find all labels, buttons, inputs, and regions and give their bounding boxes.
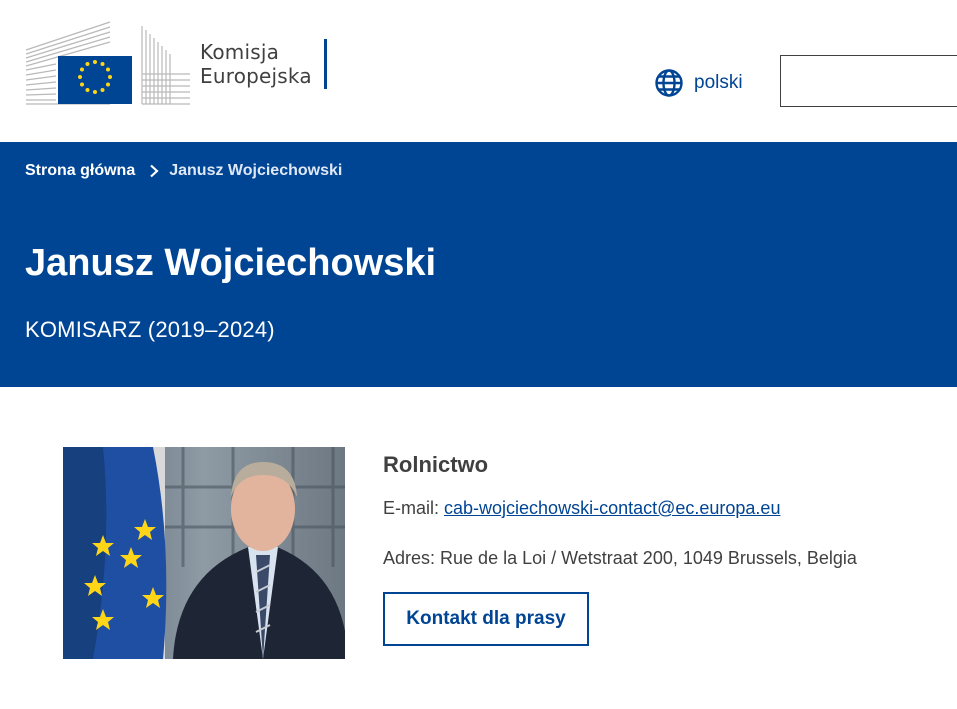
- logo-line-1: Komisja: [200, 40, 280, 64]
- ec-logo[interactable]: Komisja Europejska: [24, 20, 327, 108]
- logo-line-2: Europejska: [200, 64, 312, 88]
- logo-text: Komisja Europejska: [200, 40, 312, 88]
- search-input[interactable]: [780, 55, 957, 107]
- logo-divider: [323, 39, 327, 89]
- address-value: Rue de la Loi / Wetstraat 200, 1049 Brus…: [440, 548, 857, 568]
- page-header-banner: Strona główna Janusz Wojciechowski Janus…: [0, 142, 957, 387]
- page-subtitle: KOMISARZ (2019–2024): [25, 317, 275, 342]
- breadcrumb: Strona główna Janusz Wojciechowski: [25, 162, 342, 180]
- commissioner-portrait: [63, 447, 345, 659]
- portfolio-title: Rolnictwo: [383, 452, 489, 477]
- commissioner-info: Rolnictwo E-mail: cab-wojciechowski-cont…: [383, 452, 857, 646]
- breadcrumb-current: Janusz Wojciechowski: [169, 162, 343, 179]
- site-header: Komisja Europejska polski: [0, 0, 957, 142]
- language-selector[interactable]: polski: [654, 68, 743, 98]
- language-label: polski: [694, 72, 743, 93]
- email-link[interactable]: cab-wojciechowski-contact@ec.europa.eu: [444, 498, 780, 518]
- ec-building-logo-icon: [25, 21, 190, 105]
- address-label: Adres:: [383, 548, 441, 568]
- email-row: E-mail: cab-wojciechowski-contact@ec.eur…: [383, 498, 780, 519]
- page-title: Janusz Wojciechowski: [25, 242, 437, 284]
- press-contact-button[interactable]: Kontakt dla prasy: [383, 592, 589, 646]
- email-label: E-mail:: [383, 498, 445, 518]
- chevron-right-icon: [150, 164, 159, 178]
- globe-icon: [655, 69, 683, 97]
- breadcrumb-home-link[interactable]: Strona główna: [25, 162, 135, 180]
- address-row: Adres: Rue de la Loi / Wetstraat 200, 10…: [383, 548, 857, 569]
